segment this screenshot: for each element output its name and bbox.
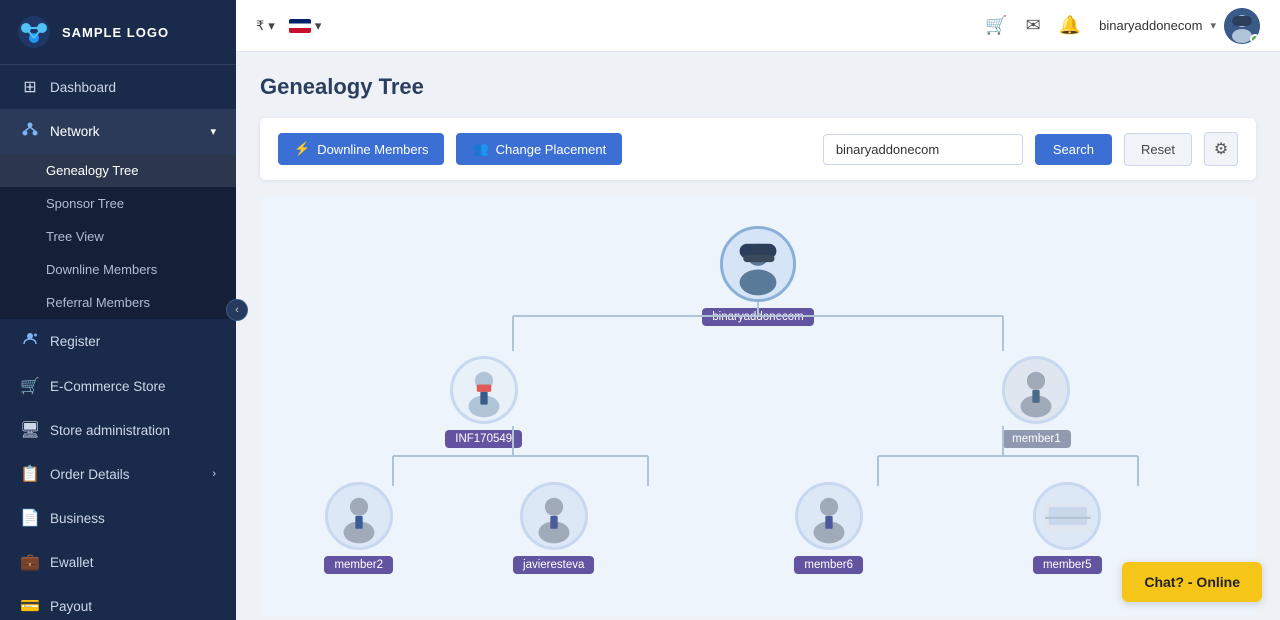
sidebar: SAMPLE LOGO ⊞ Dashboard Network	[0, 0, 236, 620]
root-avatar[interactable]	[720, 226, 796, 302]
sidebar-item-genealogy-tree[interactable]: Genealogy Tree	[0, 154, 236, 187]
sidebar-item-register[interactable]: Register	[0, 319, 236, 364]
content-area: Genealogy Tree ⚡ Downline Members 👥 Chan…	[236, 52, 1280, 620]
payout-icon: 💳	[20, 596, 40, 616]
tree-node-member2[interactable]: member2	[324, 482, 393, 574]
network-label: Network	[50, 124, 100, 139]
toolbar: ⚡ Downline Members 👥 Change Placement Se…	[260, 118, 1256, 180]
store-admin-icon: 🖥	[20, 420, 40, 440]
tree-area: binaryaddonecom INF170549	[260, 196, 1256, 616]
bell-icon[interactable]: 🔔	[1059, 15, 1081, 36]
logo-text: SAMPLE LOGO	[62, 25, 169, 40]
tree-node-inf170549[interactable]: INF170549	[445, 356, 522, 448]
gear-icon: ⚙	[1214, 139, 1228, 159]
change-icon: 👥	[472, 141, 488, 157]
page-title: Genealogy Tree	[260, 74, 1256, 100]
topbar: ₹ ▾ ▾ 🛒 ✉ 🔔 binaryaddonecom ▾	[236, 0, 1280, 52]
topbar-username: binaryaddonecom	[1099, 18, 1202, 33]
cart-icon[interactable]: 🛒	[985, 15, 1007, 36]
currency-symbol: ₹	[256, 18, 264, 34]
sidebar-item-referral-members[interactable]: Referral Members	[0, 286, 236, 319]
node-avatar-member5[interactable]	[1033, 482, 1101, 550]
sidebar-item-payout[interactable]: 💳 Payout	[0, 584, 236, 620]
reset-button[interactable]: Reset	[1124, 133, 1192, 166]
settings-button[interactable]: ⚙	[1204, 132, 1238, 166]
sidebar-item-store-admin[interactable]: 🖥 Store administration	[0, 408, 236, 452]
downline-icon: ⚡	[294, 141, 310, 157]
payout-label: Payout	[50, 599, 92, 614]
node-avatar-member6[interactable]	[795, 482, 863, 550]
sidebar-item-network[interactable]: Network ▾	[0, 109, 236, 154]
ewallet-label: Ewallet	[50, 555, 94, 570]
sidebar-item-ewallet[interactable]: 💼 Ewallet	[0, 540, 236, 584]
register-label: Register	[50, 334, 100, 349]
node-label-inf170549: INF170549	[445, 430, 522, 448]
logo[interactable]: SAMPLE LOGO	[0, 0, 236, 65]
order-chevron: ›	[212, 468, 216, 480]
ewallet-icon: 💼	[20, 552, 40, 572]
node-label-member1: member1	[1002, 430, 1071, 448]
network-chevron: ▾	[210, 125, 216, 138]
user-chevron: ▾	[1210, 19, 1216, 32]
sidebar-item-dashboard[interactable]: ⊞ Dashboard	[0, 65, 236, 109]
node-label-member6: member6	[794, 556, 863, 574]
sidebar-item-ecommerce[interactable]: 🛒 E-Commerce Store	[0, 364, 236, 408]
currency-selector[interactable]: ₹ ▾	[256, 18, 275, 34]
currency-chevron: ▾	[268, 18, 275, 34]
business-icon: 📄	[20, 508, 40, 528]
change-placement-button[interactable]: 👥 Change Placement	[456, 133, 622, 165]
register-icon	[20, 331, 40, 352]
ecommerce-label: E-Commerce Store	[50, 379, 166, 394]
sidebar-nav: ⊞ Dashboard Network ▾ Genealogy Tr	[0, 65, 236, 620]
tree-node-root[interactable]: binaryaddonecom	[702, 226, 813, 326]
search-button[interactable]: Search	[1035, 134, 1112, 165]
order-icon: 📋	[20, 464, 40, 484]
online-indicator	[1250, 34, 1260, 44]
tree-level1-row: INF170549 member1	[280, 356, 1236, 448]
sidebar-collapse-toggle[interactable]: ‹	[226, 299, 248, 321]
tree-node-member6[interactable]: member6	[794, 482, 863, 574]
ecommerce-icon: 🛒	[20, 376, 40, 396]
user-avatar	[1224, 8, 1260, 44]
node-avatar-inf170549[interactable]	[450, 356, 518, 424]
node-label-member5: member5	[1033, 556, 1102, 574]
tree-root-row: binaryaddonecom	[280, 216, 1236, 326]
store-admin-label: Store administration	[50, 423, 170, 438]
node-avatar-javieresteva[interactable]	[520, 482, 588, 550]
logo-icon	[16, 14, 52, 50]
sidebar-item-tree-view[interactable]: Tree View	[0, 220, 236, 253]
tree-node-member5[interactable]: member5	[1033, 482, 1102, 574]
tree-node-member1[interactable]: member1	[1002, 356, 1071, 448]
node-avatar-member1[interactable]	[1002, 356, 1070, 424]
sidebar-item-label: Dashboard	[50, 80, 116, 95]
sidebar-item-order-details[interactable]: 📋 Order Details ›	[0, 452, 236, 496]
node-label-javieresteva: javieresteva	[513, 556, 594, 574]
flag-icon	[289, 19, 311, 33]
sidebar-item-sponsor-tree[interactable]: Sponsor Tree	[0, 187, 236, 220]
main-content: ₹ ▾ ▾ 🛒 ✉ 🔔 binaryaddonecom ▾	[236, 0, 1280, 620]
sidebar-item-downline-members[interactable]: Downline Members	[0, 253, 236, 286]
root-label: binaryaddonecom	[702, 308, 813, 326]
network-submenu: Genealogy Tree Sponsor Tree Tree View Do…	[0, 154, 236, 319]
dashboard-icon: ⊞	[20, 77, 40, 97]
user-menu[interactable]: binaryaddonecom ▾	[1099, 8, 1260, 44]
chat-widget[interactable]: Chat? - Online	[1122, 562, 1262, 602]
tree-node-javieresteva[interactable]: javieresteva	[513, 482, 594, 574]
change-btn-label: Change Placement	[496, 142, 607, 157]
downline-btn-label: Downline Members	[317, 142, 428, 157]
network-icon	[20, 121, 40, 142]
node-avatar-member2[interactable]	[325, 482, 393, 550]
mail-icon[interactable]: ✉	[1026, 15, 1041, 36]
search-input[interactable]	[823, 134, 1023, 165]
topbar-actions: 🛒 ✉ 🔔 binaryaddonecom ▾	[985, 8, 1260, 44]
tree-level2-row: member2 javieresteva	[280, 482, 1236, 574]
downline-members-button[interactable]: ⚡ Downline Members	[278, 133, 444, 165]
language-selector[interactable]: ▾	[289, 18, 322, 34]
order-label: Order Details	[50, 467, 130, 482]
business-label: Business	[50, 511, 105, 526]
sidebar-item-business[interactable]: 📄 Business	[0, 496, 236, 540]
lang-chevron: ▾	[315, 18, 322, 34]
node-label-member2: member2	[324, 556, 393, 574]
